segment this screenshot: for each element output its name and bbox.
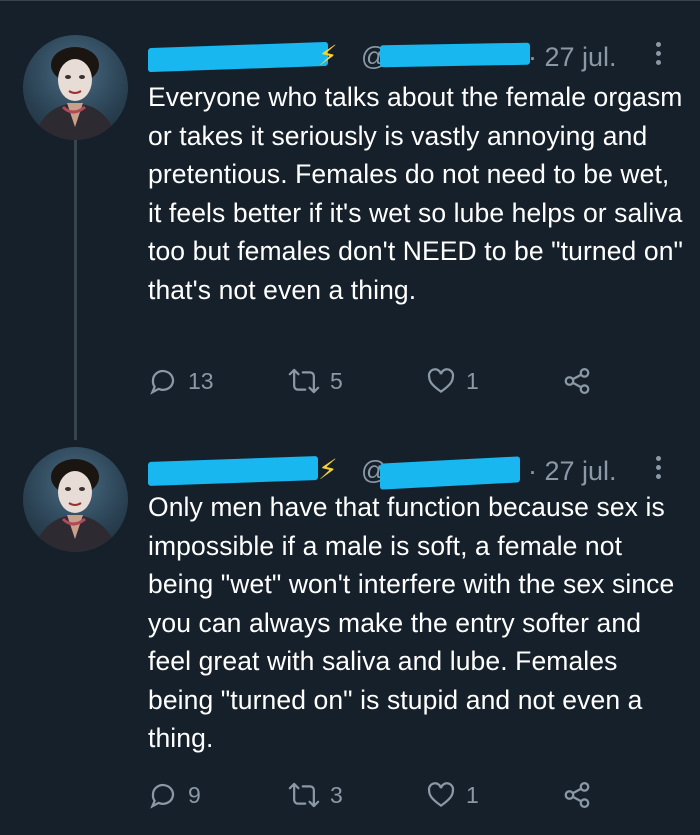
avatar[interactable] xyxy=(23,447,128,552)
tweet-date[interactable]: · 27 jul. xyxy=(528,456,617,486)
tweet-text: Everyone who talks about the female orga… xyxy=(148,82,684,305)
reply-button[interactable]: 13 xyxy=(148,366,214,396)
more-vertical-icon[interactable] xyxy=(654,42,662,65)
redacted-display-name xyxy=(148,456,318,486)
like-count: 1 xyxy=(466,367,479,394)
redacted-handle xyxy=(380,42,530,68)
share-button[interactable] xyxy=(562,366,592,396)
retweet-count: 5 xyxy=(330,367,343,394)
speech-bubble-icon xyxy=(150,783,175,809)
retweet-button[interactable]: 3 xyxy=(288,780,343,810)
retweet-icon xyxy=(288,368,320,394)
speech-bubble-icon xyxy=(150,369,175,395)
lightning-bolt-icon: ⚡ xyxy=(318,454,338,485)
tweet-date[interactable]: · 27 jul. xyxy=(528,42,617,72)
tweet-actions: 13 5 1 xyxy=(148,366,608,400)
heart-icon xyxy=(427,368,455,394)
tweet-text: Only men have that function because sex … xyxy=(148,492,675,753)
tweet-actions: 9 3 1 xyxy=(148,780,608,814)
avatar[interactable] xyxy=(23,35,128,140)
retweet-count: 3 xyxy=(330,781,343,808)
retweet-button[interactable]: 5 xyxy=(288,366,343,396)
like-button[interactable]: 1 xyxy=(426,366,479,396)
reply-count: 13 xyxy=(188,367,214,394)
reply-count: 9 xyxy=(188,781,201,808)
tweet-2[interactable]: ⚡ @ · 27 jul. Only men have that functio… xyxy=(0,440,700,835)
share-button[interactable] xyxy=(562,780,592,810)
like-button[interactable]: 1 xyxy=(426,780,479,810)
retweet-icon xyxy=(288,782,320,808)
redacted-handle xyxy=(380,456,520,490)
share-icon xyxy=(564,782,590,808)
reply-button[interactable]: 9 xyxy=(148,780,201,810)
tweet-header: ⚡ @ · 27 jul. xyxy=(148,450,678,490)
heart-icon xyxy=(427,782,455,808)
like-count: 1 xyxy=(466,781,479,808)
tweet-1[interactable]: ⚡ @ · 27 jul. Everyone who talks about t… xyxy=(0,0,700,440)
tweet-header: ⚡ @ · 27 jul. xyxy=(148,38,678,78)
more-vertical-icon[interactable] xyxy=(654,456,662,479)
redacted-display-name xyxy=(148,41,328,73)
share-icon xyxy=(564,368,590,394)
lightning-bolt-icon: ⚡ xyxy=(318,40,338,71)
